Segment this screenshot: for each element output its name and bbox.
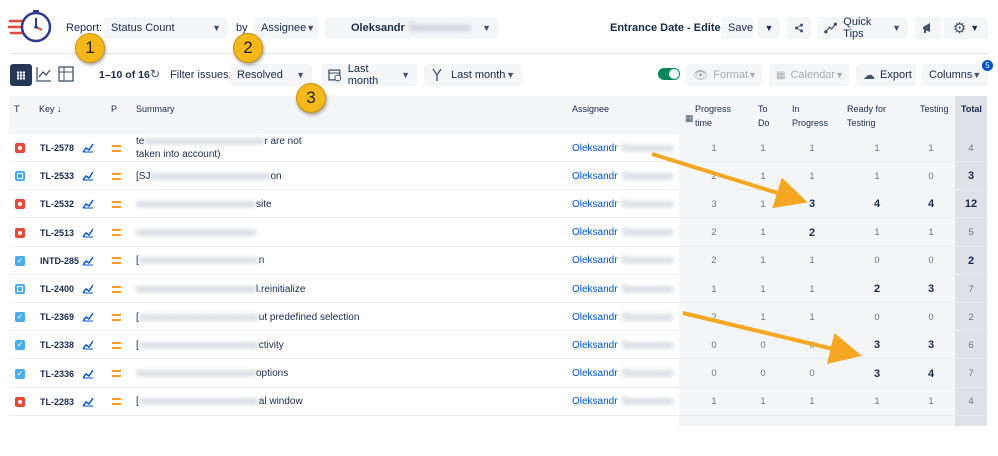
annotation-marker-3: 3 <box>296 83 326 113</box>
annotation-arrow <box>682 311 862 364</box>
app-root: Report: Status Count ▼ by Assignee ▼ Oleks… <box>0 0 998 456</box>
annotation-arrows <box>651 152 862 364</box>
annotation-marker-2: 2 <box>233 33 263 63</box>
annotation-marker-1: 1 <box>75 33 105 63</box>
annotation-arrow <box>651 152 808 209</box>
